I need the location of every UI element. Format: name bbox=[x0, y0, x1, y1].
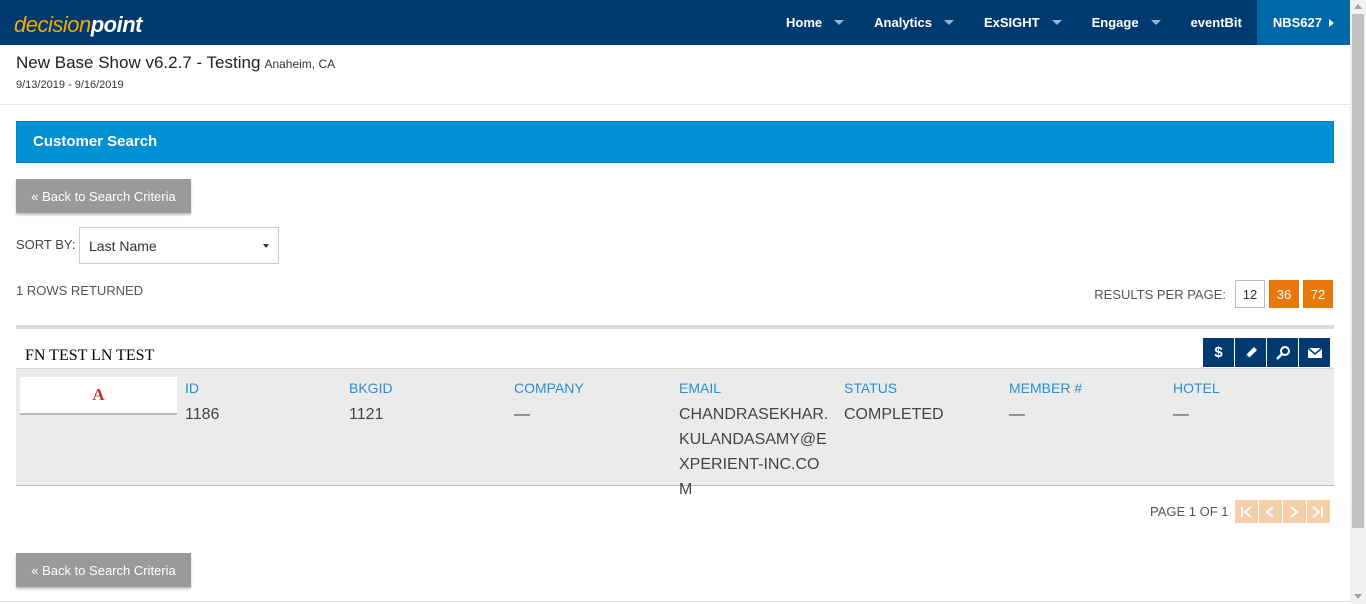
field-hotel: HOTEL — bbox=[1173, 380, 1333, 427]
first-page-glyph bbox=[1241, 505, 1252, 518]
field-email-value: CHANDRASEKHAR.KULANDASAMY@EXPERIENT-INC.… bbox=[679, 406, 829, 498]
next-page-icon[interactable] bbox=[1282, 500, 1306, 523]
field-status-label: STATUS bbox=[844, 380, 898, 396]
back-to-search-criteria-button[interactable]: « Back to Search Criteria bbox=[16, 179, 191, 213]
chevron-down-icon bbox=[1051, 20, 1062, 25]
prev-page-icon[interactable] bbox=[1258, 500, 1282, 523]
scroll-down-arrow-icon[interactable] bbox=[1354, 594, 1362, 599]
nav-home-label: Home bbox=[786, 15, 823, 30]
field-company-value: — bbox=[514, 406, 530, 423]
dollar-icon[interactable]: $ bbox=[1203, 338, 1234, 367]
customer-avatar: A bbox=[20, 377, 177, 415]
sort-by-label: SORT BY: bbox=[16, 237, 76, 252]
pencil-icon[interactable] bbox=[1235, 338, 1266, 367]
back-to-search-criteria-button-bottom[interactable]: « Back to Search Criteria bbox=[16, 553, 191, 587]
field-member-number: MEMBER # — bbox=[1009, 380, 1169, 427]
rows-returned-count: 1 ROWS RETURNED bbox=[16, 283, 144, 298]
field-bkgid-label: BKGID bbox=[349, 380, 393, 396]
nav-exsight-label: ExSIGHT bbox=[983, 15, 1040, 30]
field-company: COMPANY — bbox=[514, 380, 674, 427]
main-nav: Home Analytics ExSIGHT Engage eventBit N… bbox=[771, 0, 1350, 45]
nav-analytics[interactable]: Analytics bbox=[859, 0, 969, 45]
next-page-glyph bbox=[1290, 505, 1299, 518]
scrollbar-thumb[interactable] bbox=[1352, 14, 1364, 528]
page-scrollbar[interactable] bbox=[1350, 0, 1366, 604]
nav-show-code[interactable]: NBS627 bbox=[1256, 0, 1350, 45]
chevron-down-icon bbox=[1150, 20, 1161, 25]
field-bkgid-value: 1121 bbox=[349, 406, 384, 423]
page-indicator: PAGE 1 OF 1 bbox=[1150, 504, 1229, 519]
nav-engage-label: Engage bbox=[1091, 15, 1139, 30]
chevron-down-icon bbox=[834, 20, 845, 25]
field-id-value: 1186 bbox=[185, 406, 220, 423]
nav-eventbit[interactable]: eventBit bbox=[1176, 0, 1257, 45]
logo-text-decision: decision bbox=[14, 12, 91, 37]
field-hotel-value: — bbox=[1173, 406, 1189, 423]
sort-by-select[interactable]: Last Name bbox=[79, 227, 279, 264]
decisionpoint-logo[interactable]: decisionpoint bbox=[14, 12, 142, 38]
customer-name: FN TEST LN TEST bbox=[25, 347, 155, 364]
customer-record: A ID 1186 BKGID 1121 COMPANY — EMAIL CHA… bbox=[16, 368, 1334, 498]
nav-exsight[interactable]: ExSIGHT bbox=[969, 0, 1077, 45]
dollar-glyph: $ bbox=[1214, 344, 1223, 361]
show-header: New Base Show v6.2.7 - Testing Anaheim, C… bbox=[16, 53, 335, 73]
chevron-right-icon bbox=[1329, 18, 1334, 27]
per-page-36-button[interactable]: 36 bbox=[1269, 280, 1299, 308]
envelope-glyph bbox=[1307, 346, 1322, 358]
pagination: PAGE 1 OF 1 bbox=[1150, 500, 1330, 523]
field-company-label: COMPANY bbox=[514, 380, 584, 396]
field-email-label: EMAIL bbox=[679, 380, 722, 396]
search-icon[interactable] bbox=[1267, 338, 1298, 367]
field-member-label: MEMBER # bbox=[1009, 380, 1083, 396]
sort-by-value: Last Name bbox=[89, 238, 157, 254]
field-status: STATUS COMPLETED bbox=[844, 380, 1004, 427]
first-page-icon[interactable] bbox=[1234, 500, 1258, 523]
footer-divider bbox=[0, 601, 1350, 602]
top-navbar: decisionpoint Home Analytics ExSIGHT Eng… bbox=[0, 0, 1350, 45]
nav-show-code-label: NBS627 bbox=[1272, 15, 1322, 30]
results-divider bbox=[16, 325, 1334, 329]
field-email: EMAIL CHANDRASEKHAR.KULANDASAMY@EXPERIEN… bbox=[679, 380, 839, 502]
show-location: Anaheim, CA bbox=[264, 57, 336, 71]
avatar-letter: A bbox=[92, 385, 105, 404]
dropdown-caret-icon bbox=[263, 244, 269, 248]
results-per-page-label: RESULTS PER PAGE: bbox=[1094, 286, 1226, 302]
magnifier-glyph bbox=[1275, 345, 1290, 360]
results-per-page: RESULTS PER PAGE: 12 36 72 bbox=[1094, 280, 1333, 308]
prev-page-glyph bbox=[1265, 505, 1274, 518]
last-page-icon[interactable] bbox=[1306, 500, 1330, 523]
scroll-up-arrow-icon[interactable] bbox=[1354, 4, 1362, 9]
nav-engage[interactable]: Engage bbox=[1077, 0, 1176, 45]
panel-title: Customer Search bbox=[33, 133, 158, 150]
field-id-label: ID bbox=[185, 380, 199, 396]
nav-home[interactable]: Home bbox=[771, 0, 859, 45]
record-actions: $ bbox=[1202, 338, 1330, 367]
field-hotel-label: HOTEL bbox=[1173, 380, 1220, 396]
per-page-72-button[interactable]: 72 bbox=[1303, 280, 1333, 308]
nav-analytics-label: Analytics bbox=[874, 15, 932, 30]
chevron-down-icon bbox=[943, 20, 954, 25]
customer-search-panel-header: Customer Search bbox=[16, 121, 1334, 163]
field-status-value: COMPLETED bbox=[844, 406, 944, 423]
per-page-12-button[interactable]: 12 bbox=[1235, 280, 1265, 308]
last-page-glyph bbox=[1312, 505, 1324, 518]
show-dates: 9/13/2019 - 9/16/2019 bbox=[16, 79, 124, 91]
nav-eventbit-label: eventBit bbox=[1190, 15, 1242, 30]
show-title: New Base Show v6.2.7 - Testing bbox=[16, 53, 261, 72]
field-id: ID 1186 bbox=[185, 380, 345, 427]
header-divider bbox=[0, 104, 1350, 105]
logo-text-point: point bbox=[90, 12, 143, 37]
envelope-icon[interactable] bbox=[1299, 338, 1330, 367]
pencil-glyph bbox=[1245, 346, 1257, 358]
field-member-value: — bbox=[1009, 406, 1025, 423]
field-bkgid: BKGID 1121 bbox=[349, 380, 509, 427]
